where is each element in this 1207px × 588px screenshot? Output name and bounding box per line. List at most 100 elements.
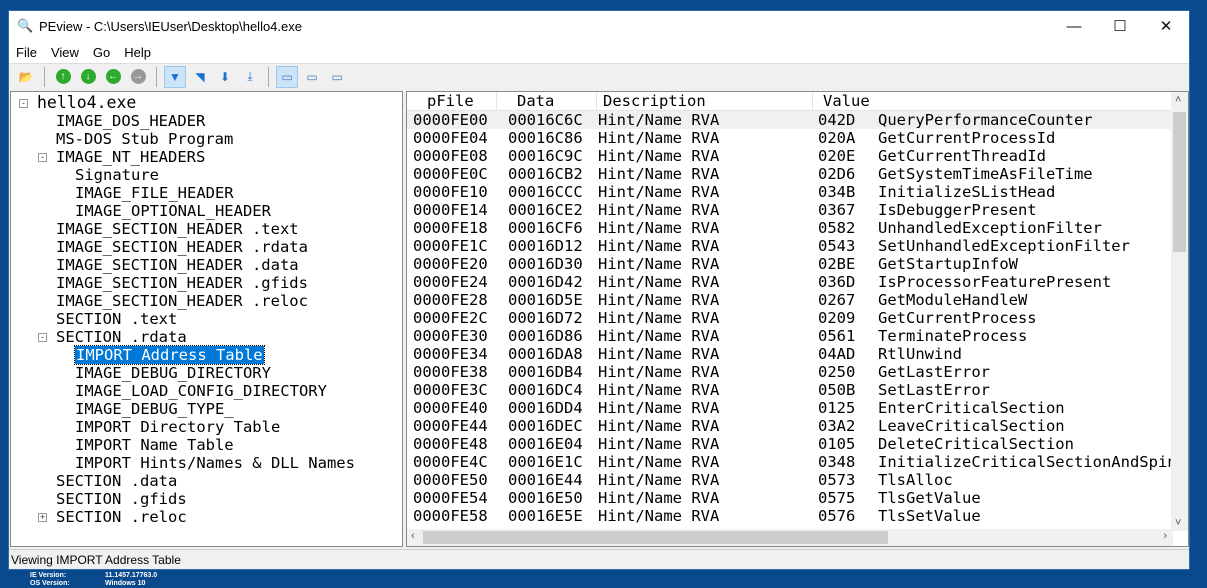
close-button[interactable]: ✕ xyxy=(1143,11,1189,41)
column-header-value[interactable]: Value xyxy=(813,92,1173,111)
tree-node[interactable]: IMAGE_SECTION_HEADER .gfids xyxy=(56,274,308,292)
table-row[interactable]: 0000FE08 00016C9C Hint/Name RVA 020E GetCurr… xyxy=(407,147,1173,165)
view-word-icon[interactable]: ◥ xyxy=(189,66,211,88)
tree-node[interactable]: SECTION .reloc xyxy=(56,508,187,526)
data-cell: 00016E50 xyxy=(508,489,583,507)
tree-node[interactable]: Signature xyxy=(75,166,159,184)
tree-node[interactable]: IMAGE_OPTIONAL_HEADER xyxy=(75,202,271,220)
pfile-cell: 0000FE4C xyxy=(413,453,488,471)
description-cell: Hint/Name RVA xyxy=(598,381,720,399)
open-icon[interactable]: 📂 xyxy=(15,66,37,88)
up-icon[interactable]: ↑ xyxy=(52,66,74,88)
tree-node[interactable]: MS-DOS Stub Program xyxy=(56,130,233,148)
tree-node[interactable]: IMAGE_NT_HEADERS xyxy=(56,148,205,166)
collapse-icon[interactable]: - xyxy=(38,153,47,162)
table-row[interactable]: 0000FE0C 00016CB2 Hint/Name RVA 02D6 GetSyst… xyxy=(407,165,1173,183)
table-row[interactable]: 0000FE04 00016C86 Hint/Name RVA 020A GetCurr… xyxy=(407,129,1173,147)
view-dword-icon[interactable]: ⬇ xyxy=(214,66,236,88)
view-byte-icon[interactable]: ▼ xyxy=(164,65,186,88)
table-row[interactable]: 0000FE48 00016E04 Hint/Name RVA 0105 DeleteC… xyxy=(407,435,1173,453)
maximize-button[interactable]: ☐ xyxy=(1097,11,1143,41)
down-icon[interactable]: ↓ xyxy=(77,66,99,88)
tree-node[interactable]: IMAGE_SECTION_HEADER .reloc xyxy=(56,292,308,310)
tree-node[interactable]: IMAGE_FILE_HEADER xyxy=(75,184,234,202)
table-row[interactable]: 0000FE18 00016CF6 Hint/Name RVA 0582 Unhandl… xyxy=(407,219,1173,237)
table-row[interactable]: 0000FE30 00016D86 Hint/Name RVA 0561 Termina… xyxy=(407,327,1173,345)
horizontal-scrollbar[interactable]: ‹ › xyxy=(407,529,1173,546)
tree-node[interactable]: SECTION .rdata xyxy=(56,328,187,346)
scroll-up-icon[interactable]: ˄ xyxy=(1175,94,1181,106)
table-row[interactable]: 0000FE44 00016DEC Hint/Name RVA 03A2 LeaveCr… xyxy=(407,417,1173,435)
menu-go[interactable]: Go xyxy=(86,45,117,60)
table-row[interactable]: 0000FE34 00016DA8 Hint/Name RVA 04AD RtlUnwi… xyxy=(407,345,1173,363)
view-qword-icon[interactable]: ⤓ xyxy=(239,66,261,88)
name-cell: QueryPerformanceCounter xyxy=(878,111,1093,129)
menu-help[interactable]: Help xyxy=(117,45,158,60)
table-row[interactable]: 0000FE20 00016D30 Hint/Name RVA 02BE GetStar… xyxy=(407,255,1173,273)
tree-node[interactable]: IMPORT Name Table xyxy=(75,436,234,454)
table-row[interactable]: 0000FE54 00016E50 Hint/Name RVA 0575 TlsGetV… xyxy=(407,489,1173,507)
expand-icon[interactable]: + xyxy=(38,513,47,522)
menu-view[interactable]: View xyxy=(44,45,86,60)
tree-node[interactable]: IMAGE_SECTION_HEADER .text xyxy=(56,220,299,238)
scrollbar-thumb[interactable] xyxy=(423,531,888,544)
pfile-cell: 0000FE08 xyxy=(413,147,488,165)
tree-view[interactable]: - hello4.exe IMAGE_DOS_HEADER MS-DOS Stub P… xyxy=(10,91,403,547)
tree-node[interactable]: SECTION .gfids xyxy=(56,490,187,508)
column-header-description[interactable]: Description xyxy=(597,92,813,111)
tree-node[interactable]: IMAGE_SECTION_HEADER .data xyxy=(56,256,299,274)
value-cell: 0367 xyxy=(818,201,856,219)
collapse-icon[interactable]: - xyxy=(38,333,47,342)
table-row[interactable]: 0000FE14 00016CE2 Hint/Name RVA 0367 IsDebug… xyxy=(407,201,1173,219)
tree-node[interactable]: IMPORT Directory Table xyxy=(75,418,280,436)
table-row[interactable]: 0000FE4C 00016E1C Hint/Name RVA 0348 Initial… xyxy=(407,453,1188,471)
forward-icon[interactable]: → xyxy=(127,66,149,88)
description-cell: Hint/Name RVA xyxy=(598,327,720,345)
column-header-pfile[interactable]: pFile xyxy=(407,92,497,111)
list-view-icon[interactable]: ▭ xyxy=(276,65,298,88)
scrollbar-thumb[interactable] xyxy=(1173,112,1186,252)
scroll-right-icon[interactable]: › xyxy=(1163,530,1167,542)
tree-node[interactable]: IMPORT Hints/Names & DLL Names xyxy=(75,454,355,472)
scroll-down-icon[interactable]: ˅ xyxy=(1175,517,1181,529)
toolbar-separator xyxy=(44,66,45,87)
table-row[interactable]: 0000FE10 00016CCC Hint/Name RVA 034B Initial… xyxy=(407,183,1173,201)
data-list[interactable]: pFile Data Description Value 0000FE00 000… xyxy=(406,91,1189,547)
collapse-icon[interactable]: - xyxy=(19,99,28,108)
menu-file[interactable]: File xyxy=(9,45,44,60)
table-row[interactable]: 0000FE1C 00016D12 Hint/Name RVA 0543 SetUnha… xyxy=(407,237,1173,255)
table-row[interactable]: 0000FE50 00016E44 Hint/Name RVA 0573 TlsAllo… xyxy=(407,471,1173,489)
tree-node[interactable]: IMPORT Address Table xyxy=(74,345,265,365)
description-cell: Hint/Name RVA xyxy=(598,309,720,327)
table-row[interactable]: 0000FE28 00016D5E Hint/Name RVA 0267 GetModu… xyxy=(407,291,1173,309)
scroll-left-icon[interactable]: ‹ xyxy=(411,530,415,542)
vertical-scrollbar[interactable]: ˄ ˅ xyxy=(1171,92,1188,531)
tree-node[interactable]: IMAGE_DEBUG_TYPE_ xyxy=(75,400,234,418)
minimize-button[interactable]: — xyxy=(1051,11,1097,41)
tree-node[interactable]: SECTION .text xyxy=(56,310,177,328)
table-row[interactable]: 0000FE3C 00016DC4 Hint/Name RVA 050B SetLast… xyxy=(407,381,1173,399)
tree-node[interactable]: IMAGE_DOS_HEADER xyxy=(56,112,205,130)
data-cell: 00016E1C xyxy=(508,453,583,471)
tree-node[interactable]: SECTION .data xyxy=(56,472,177,490)
table-row[interactable]: 0000FE00 00016C6C Hint/Name RVA 042D QueryPe… xyxy=(407,111,1173,129)
tree-node[interactable]: IMAGE_SECTION_HEADER .rdata xyxy=(56,238,308,256)
tree-node[interactable]: hello4.exe xyxy=(37,94,136,112)
description-cell: Hint/Name RVA xyxy=(598,237,720,255)
table-row[interactable]: 0000FE38 00016DB4 Hint/Name RVA 0250 GetLast… xyxy=(407,363,1173,381)
description-cell: Hint/Name RVA xyxy=(598,147,720,165)
tree-node[interactable]: IMAGE_LOAD_CONFIG_DIRECTORY xyxy=(75,382,327,400)
value-cell: 02D6 xyxy=(818,165,856,183)
back-icon[interactable]: ← xyxy=(102,66,124,88)
table-row[interactable]: 0000FE58 00016E5E Hint/Name RVA 0576 TlsSetV… xyxy=(407,507,1173,525)
wide-view-icon[interactable]: ▭ xyxy=(326,66,348,88)
pfile-cell: 0000FE20 xyxy=(413,255,488,273)
table-row[interactable]: 0000FE2C 00016D72 Hint/Name RVA 0209 GetCurr… xyxy=(407,309,1173,327)
column-header-data[interactable]: Data xyxy=(497,92,597,111)
ie-version-value: 11.1457.17763.0 xyxy=(105,572,158,579)
table-row[interactable]: 0000FE40 00016DD4 Hint/Name RVA 0125 EnterCr… xyxy=(407,399,1173,417)
tree-node[interactable]: IMAGE_DEBUG_DIRECTORY xyxy=(75,364,271,382)
detail-view-icon[interactable]: ▭ xyxy=(301,66,323,88)
table-row[interactable]: 0000FE24 00016D42 Hint/Name RVA 036D IsProce… xyxy=(407,273,1173,291)
os-version-value: Windows 10 xyxy=(105,580,146,587)
